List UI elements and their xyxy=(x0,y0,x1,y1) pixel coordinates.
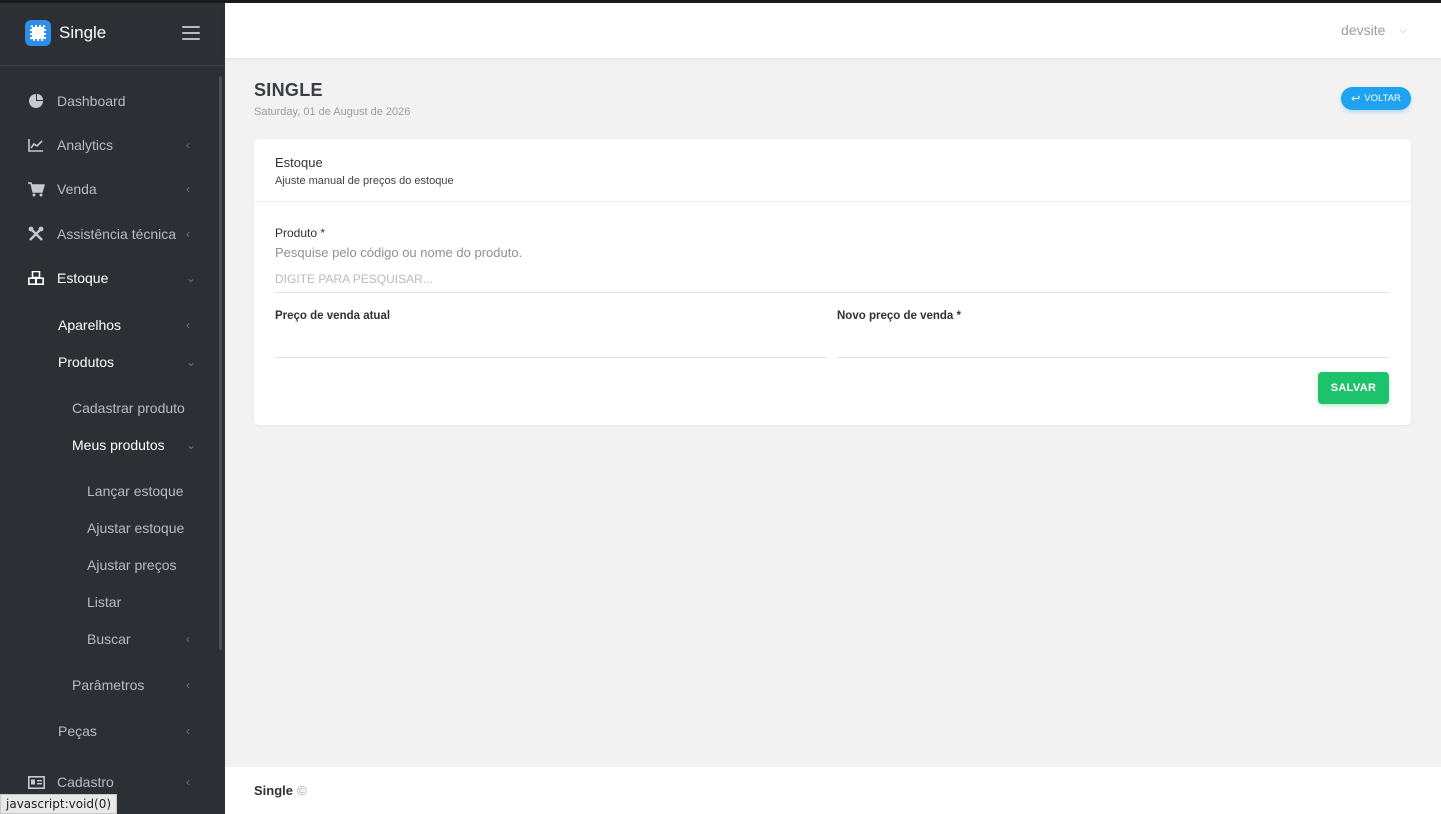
sidebar-item-parametros[interactable]: Parâmetros ‹ xyxy=(0,667,215,703)
brand-name: Single xyxy=(59,22,107,42)
user-name: devsite xyxy=(1341,22,1386,38)
current-price-label: Preço de venda atual xyxy=(275,310,391,322)
top-header: devsite ⌵ xyxy=(225,0,1441,58)
id-card-icon xyxy=(27,773,45,791)
tools-icon xyxy=(27,225,45,243)
pie-chart-icon xyxy=(27,92,45,110)
sidebar-item-lancar-estoque[interactable]: Lançar estoque xyxy=(0,473,215,509)
hamburger-menu-icon[interactable] xyxy=(182,26,200,40)
sidebar-item-assistencia-tecnica[interactable]: Assistência técnica ‹ xyxy=(0,216,215,252)
sidebar-item-estoque[interactable]: Estoque ⌄ xyxy=(0,260,215,296)
card-subtitle: Ajuste manual de preços do estoque xyxy=(275,175,454,187)
sidebar-item-pecas[interactable]: Peças ‹ xyxy=(0,713,215,749)
sidebar-item-listar[interactable]: Listar xyxy=(0,584,215,620)
sidebar: Single Dashboard Analytics ‹ Venda ‹ Ass… xyxy=(0,0,225,814)
sidebar-item-venda[interactable]: Venda ‹ xyxy=(0,171,215,207)
chevron-down-icon: ⌄ xyxy=(186,271,197,285)
chevron-down-icon: ⌄ xyxy=(186,355,197,369)
cart-icon xyxy=(27,180,45,198)
chevron-left-icon: ‹ xyxy=(186,227,190,241)
product-label: Produto * xyxy=(275,226,326,240)
new-price-input[interactable] xyxy=(837,331,1389,358)
sidebar-item-ajustar-precos[interactable]: Ajustar preços xyxy=(0,547,215,583)
page-date: Saturday, 01 de August de 2026 xyxy=(254,106,411,118)
sidebar-item-dashboard[interactable]: Dashboard xyxy=(0,83,215,119)
stock-price-card: Estoque Ajuste manual de preços do estoq… xyxy=(254,139,1411,425)
product-help-text: Pesquise pelo código ou nome do produto. xyxy=(275,245,523,260)
page-title: SINGLE xyxy=(254,80,323,100)
chevron-left-icon: ‹ xyxy=(186,724,190,738)
card-header: Estoque Ajuste manual de preços do estoq… xyxy=(254,139,1411,202)
chevron-left-icon: ‹ xyxy=(186,138,190,152)
chevron-left-icon: ‹ xyxy=(186,775,190,789)
sidebar-item-cadastrar-produto[interactable]: Cadastrar produto xyxy=(0,390,215,426)
boxes-icon xyxy=(27,269,45,287)
chevron-left-icon: ‹ xyxy=(186,318,190,332)
footer: Single © xyxy=(225,767,1441,814)
sidebar-item-meus-produtos[interactable]: Meus produtos ⌄ xyxy=(0,427,215,463)
sidebar-item-aparelhos[interactable]: Aparelhos ‹ xyxy=(0,307,215,343)
sidebar-item-produtos[interactable]: Produtos ⌄ xyxy=(0,344,215,380)
chevron-left-icon: ‹ xyxy=(186,678,190,692)
new-price-label: Novo preço de venda * xyxy=(837,310,961,322)
back-button[interactable]: ↩ VOLTAR xyxy=(1341,87,1411,110)
window-top-border xyxy=(0,0,1441,3)
chevron-down-icon: ⌄ xyxy=(186,438,197,452)
save-button[interactable]: SALVAR xyxy=(1318,372,1389,404)
sidebar-scrollbar[interactable] xyxy=(219,76,222,650)
browser-status-bar: javascript:void(0) xyxy=(0,794,118,814)
chevron-left-icon: ‹ xyxy=(186,182,190,196)
chevron-left-icon: ‹ xyxy=(186,632,190,646)
footer-brand: Single © xyxy=(254,783,307,798)
current-price-input[interactable] xyxy=(275,331,827,358)
user-menu[interactable]: devsite ⌵ xyxy=(1341,22,1407,38)
return-arrow-icon: ↩ xyxy=(1351,93,1361,105)
sidebar-item-ajustar-estoque[interactable]: Ajustar estoque xyxy=(0,510,215,546)
sidebar-item-analytics[interactable]: Analytics ‹ xyxy=(0,127,215,163)
chevron-down-icon: ⌵ xyxy=(1399,24,1407,36)
line-chart-icon xyxy=(27,136,45,154)
card-title: Estoque xyxy=(275,155,323,170)
chip-logo-icon xyxy=(25,19,51,46)
product-search-input[interactable] xyxy=(275,266,1389,293)
sidebar-item-buscar[interactable]: Buscar ‹ xyxy=(0,621,215,657)
copyright-symbol: © xyxy=(297,783,307,798)
